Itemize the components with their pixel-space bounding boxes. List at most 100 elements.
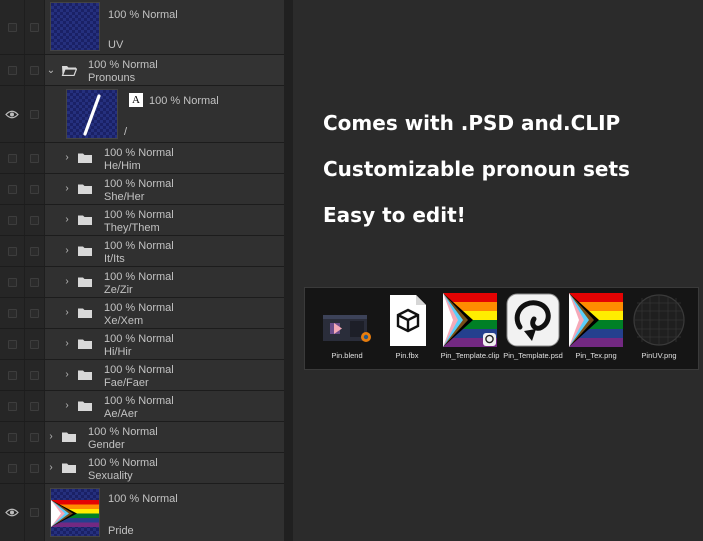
visibility-toggle[interactable] [0,205,25,235]
visibility-toggle[interactable] [0,360,25,390]
visibility-checkbox[interactable] [7,432,17,442]
lock-checkbox[interactable] [30,508,39,517]
layer-folder-gender[interactable]: › 100 % Normal Gender [0,422,284,453]
layer-content[interactable]: › 100 % Normal Gender [45,422,284,452]
layer-folder-hi-hir[interactable]: › 100 % Normal Hi/Hir [0,329,284,360]
layer-content[interactable]: › 100 % Normal Fae/Faer [45,360,284,390]
visibility-toggle[interactable] [0,298,25,328]
layer-folder-fae-faer[interactable]: › 100 % Normal Fae/Faer [0,360,284,391]
file-item-uv[interactable]: PinUV.png [629,293,689,365]
layer-folder-ze-zir[interactable]: › 100 % Normal Ze/Zir [0,267,284,298]
visibility-toggle[interactable] [0,86,25,142]
visibility-checkbox[interactable] [7,184,17,194]
visibility-toggle[interactable] [0,143,25,173]
file-item-clip[interactable]: Pin_Template.clip [440,293,500,365]
layer-row-uv[interactable]: 100 % Normal UV [0,0,284,55]
layer-row-slash[interactable]: A 100 % Normal / [0,86,284,143]
layer-folder-pronouns[interactable]: ⌄ 100 % Normal Pronouns [0,55,284,86]
visibility-toggle[interactable] [0,329,25,359]
layer-content[interactable]: › 100 % Normal Ae/Aer [45,391,284,421]
lock-toggle[interactable] [25,86,45,142]
lock-checkbox[interactable] [30,215,39,225]
lock-toggle[interactable] [25,484,45,541]
chevron-right-icon[interactable]: › [62,370,72,380]
visibility-checkbox[interactable] [7,65,17,75]
layer-content[interactable]: 100 % Normal Pride [45,484,284,541]
eye-icon[interactable] [5,508,19,517]
layer-content[interactable]: › 100 % Normal Hi/Hir [45,329,284,359]
layer-content[interactable]: › 100 % Normal Sexuality [45,453,284,483]
layer-panel-scrollbar[interactable] [284,0,293,541]
visibility-checkbox[interactable] [7,339,17,349]
lock-toggle[interactable] [25,453,45,483]
lock-checkbox[interactable] [30,22,39,32]
chevron-right-icon[interactable]: › [62,401,72,411]
layer-content[interactable]: › 100 % Normal She/Her [45,174,284,204]
visibility-toggle[interactable] [0,484,25,541]
visibility-checkbox[interactable] [7,246,17,256]
layer-folder-it-its[interactable]: › 100 % Normal It/Its [0,236,284,267]
chevron-right-icon[interactable]: › [62,308,72,318]
lock-checkbox[interactable] [30,277,39,287]
visibility-checkbox[interactable] [7,463,17,473]
layer-folder-ae-aer[interactable]: › 100 % Normal Ae/Aer [0,391,284,422]
visibility-toggle[interactable] [0,0,25,54]
lock-checkbox[interactable] [30,153,39,163]
lock-toggle[interactable] [25,55,45,85]
layer-content[interactable]: A 100 % Normal / [45,86,284,142]
layer-content[interactable]: 100 % Normal UV [45,0,284,54]
lock-toggle[interactable] [25,0,45,54]
visibility-toggle[interactable] [0,236,25,266]
lock-toggle[interactable] [25,422,45,452]
lock-checkbox[interactable] [30,339,39,349]
visibility-toggle[interactable] [0,55,25,85]
chevron-right-icon[interactable]: › [62,215,72,225]
file-item-tex[interactable]: Pin_Tex.png [566,293,626,365]
lock-checkbox[interactable] [30,65,39,75]
lock-checkbox[interactable] [30,109,39,119]
visibility-toggle[interactable] [0,422,25,452]
layer-folder-he-him[interactable]: › 100 % Normal He/Him [0,143,284,174]
file-item-psd[interactable]: Pin_Template.psd [503,293,563,365]
lock-checkbox[interactable] [30,463,39,473]
lock-toggle[interactable] [25,329,45,359]
visibility-checkbox[interactable] [7,401,17,411]
chevron-right-icon[interactable]: › [46,463,56,473]
visibility-toggle[interactable] [0,174,25,204]
layer-content[interactable]: › 100 % Normal Ze/Zir [45,267,284,297]
layer-folder-she-her[interactable]: › 100 % Normal She/Her [0,174,284,205]
visibility-toggle[interactable] [0,391,25,421]
visibility-checkbox[interactable] [7,370,17,380]
layer-content[interactable]: ⌄ 100 % Normal Pronouns [45,55,284,85]
lock-toggle[interactable] [25,391,45,421]
visibility-checkbox[interactable] [7,153,17,163]
chevron-right-icon[interactable]: › [46,432,56,442]
eye-icon[interactable] [5,110,19,119]
chevron-right-icon[interactable]: › [62,153,72,163]
layer-folder-sexuality[interactable]: › 100 % Normal Sexuality [0,453,284,484]
layer-folder-xe-xem[interactable]: › 100 % Normal Xe/Xem [0,298,284,329]
layer-content[interactable]: › 100 % Normal He/Him [45,143,284,173]
visibility-toggle[interactable] [0,267,25,297]
chevron-down-icon[interactable]: ⌄ [46,66,56,76]
visibility-checkbox[interactable] [7,215,17,225]
file-item-blend[interactable]: Pin.blend [317,293,377,365]
lock-toggle[interactable] [25,174,45,204]
lock-toggle[interactable] [25,298,45,328]
lock-toggle[interactable] [25,360,45,390]
visibility-checkbox[interactable] [7,277,17,287]
lock-checkbox[interactable] [30,308,39,318]
layer-folder-they-them[interactable]: › 100 % Normal They/Them [0,205,284,236]
lock-toggle[interactable] [25,143,45,173]
lock-checkbox[interactable] [30,432,39,442]
lock-toggle[interactable] [25,267,45,297]
visibility-checkbox[interactable] [7,308,17,318]
visibility-toggle[interactable] [0,453,25,483]
chevron-right-icon[interactable]: › [62,277,72,287]
lock-toggle[interactable] [25,205,45,235]
chevron-right-icon[interactable]: › [62,184,72,194]
layer-content[interactable]: › 100 % Normal Xe/Xem [45,298,284,328]
layer-content[interactable]: › 100 % Normal It/Its [45,236,284,266]
chevron-right-icon[interactable]: › [62,339,72,349]
lock-toggle[interactable] [25,236,45,266]
